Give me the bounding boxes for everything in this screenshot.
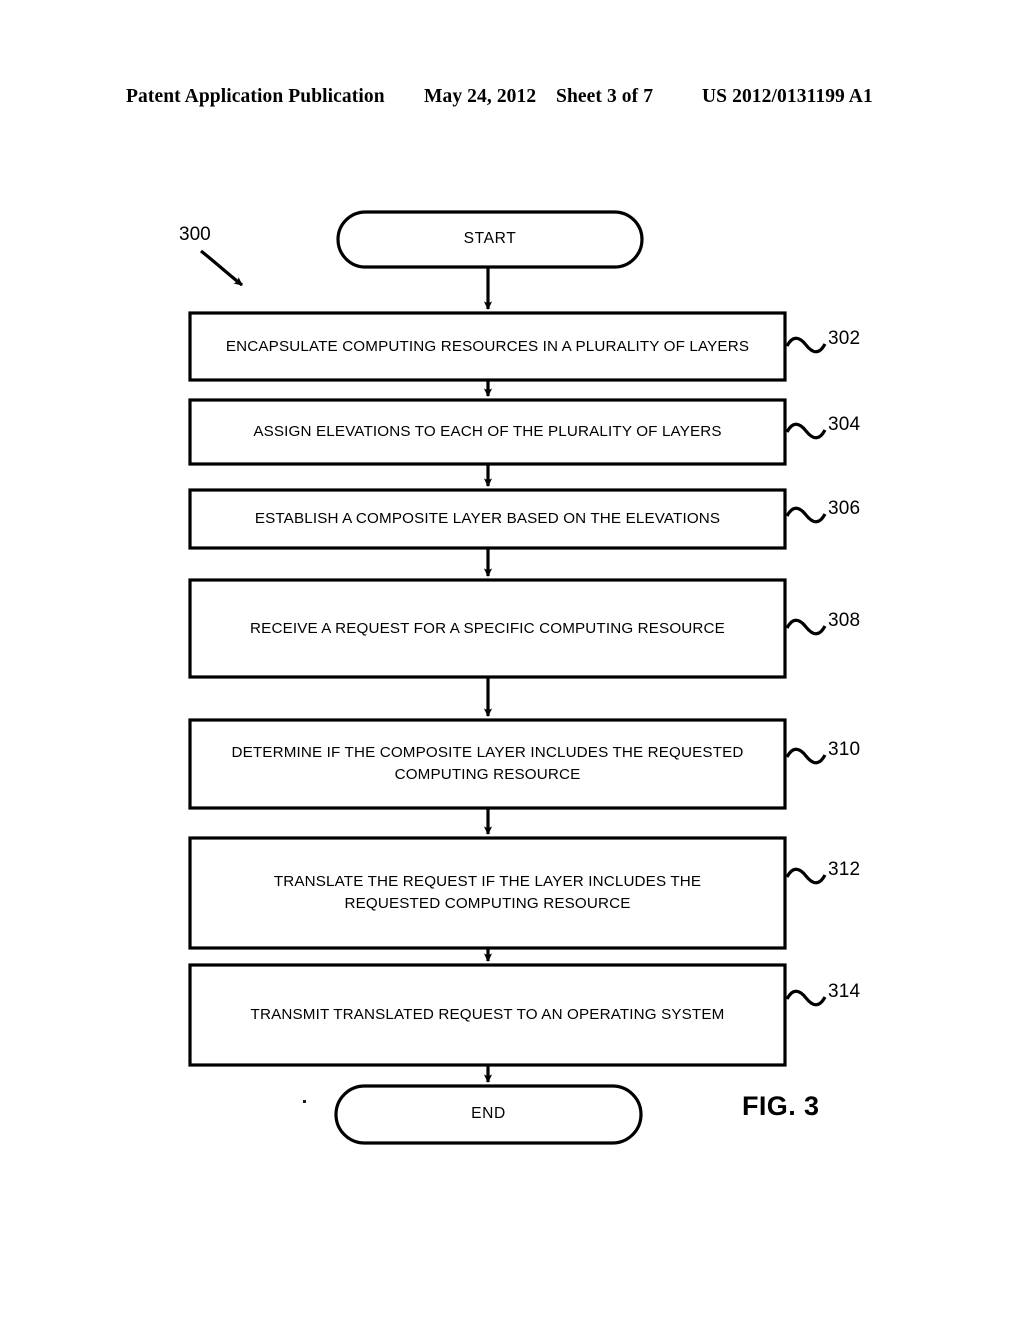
start-terminal-shape xyxy=(336,210,644,269)
process-box-304-shape xyxy=(188,398,787,466)
flowchart-drawing xyxy=(188,210,827,1145)
reference-numeral-312: 312 xyxy=(828,859,861,880)
reference-numeral-310: 310 xyxy=(828,739,861,760)
leader-arrow-300 xyxy=(200,249,243,287)
reference-numeral-308: 308 xyxy=(828,610,861,631)
patent-figure-3: START ENCAPSULATE COMPUTING RESOURCES IN… xyxy=(0,0,1024,1320)
scan-artifact-dot xyxy=(303,1100,306,1103)
leader-squiggle-304 xyxy=(785,422,827,440)
process-box-302-shape xyxy=(188,311,787,382)
figure-caption: FIG. 3 xyxy=(742,1091,820,1121)
leader-squiggle-314 xyxy=(785,989,827,1007)
leader-squiggle-312 xyxy=(785,867,827,885)
process-box-310-shape xyxy=(188,718,787,810)
reference-numeral-314: 314 xyxy=(828,981,861,1002)
leader-squiggle-306 xyxy=(785,506,827,524)
process-box-308-shape xyxy=(188,578,787,679)
process-box-306-shape xyxy=(188,488,787,550)
process-box-314-shape xyxy=(188,963,787,1067)
reference-numeral-306: 306 xyxy=(828,498,861,519)
reference-numeral-304: 304 xyxy=(828,414,861,435)
leader-squiggle-302 xyxy=(785,336,827,354)
leader-squiggle-308 xyxy=(785,618,827,636)
end-terminal-shape xyxy=(334,1084,643,1145)
reference-numeral-300: 300 xyxy=(179,224,211,245)
reference-numeral-302: 302 xyxy=(828,328,861,349)
process-box-312-shape xyxy=(188,836,787,950)
leader-squiggle-310 xyxy=(785,747,827,765)
